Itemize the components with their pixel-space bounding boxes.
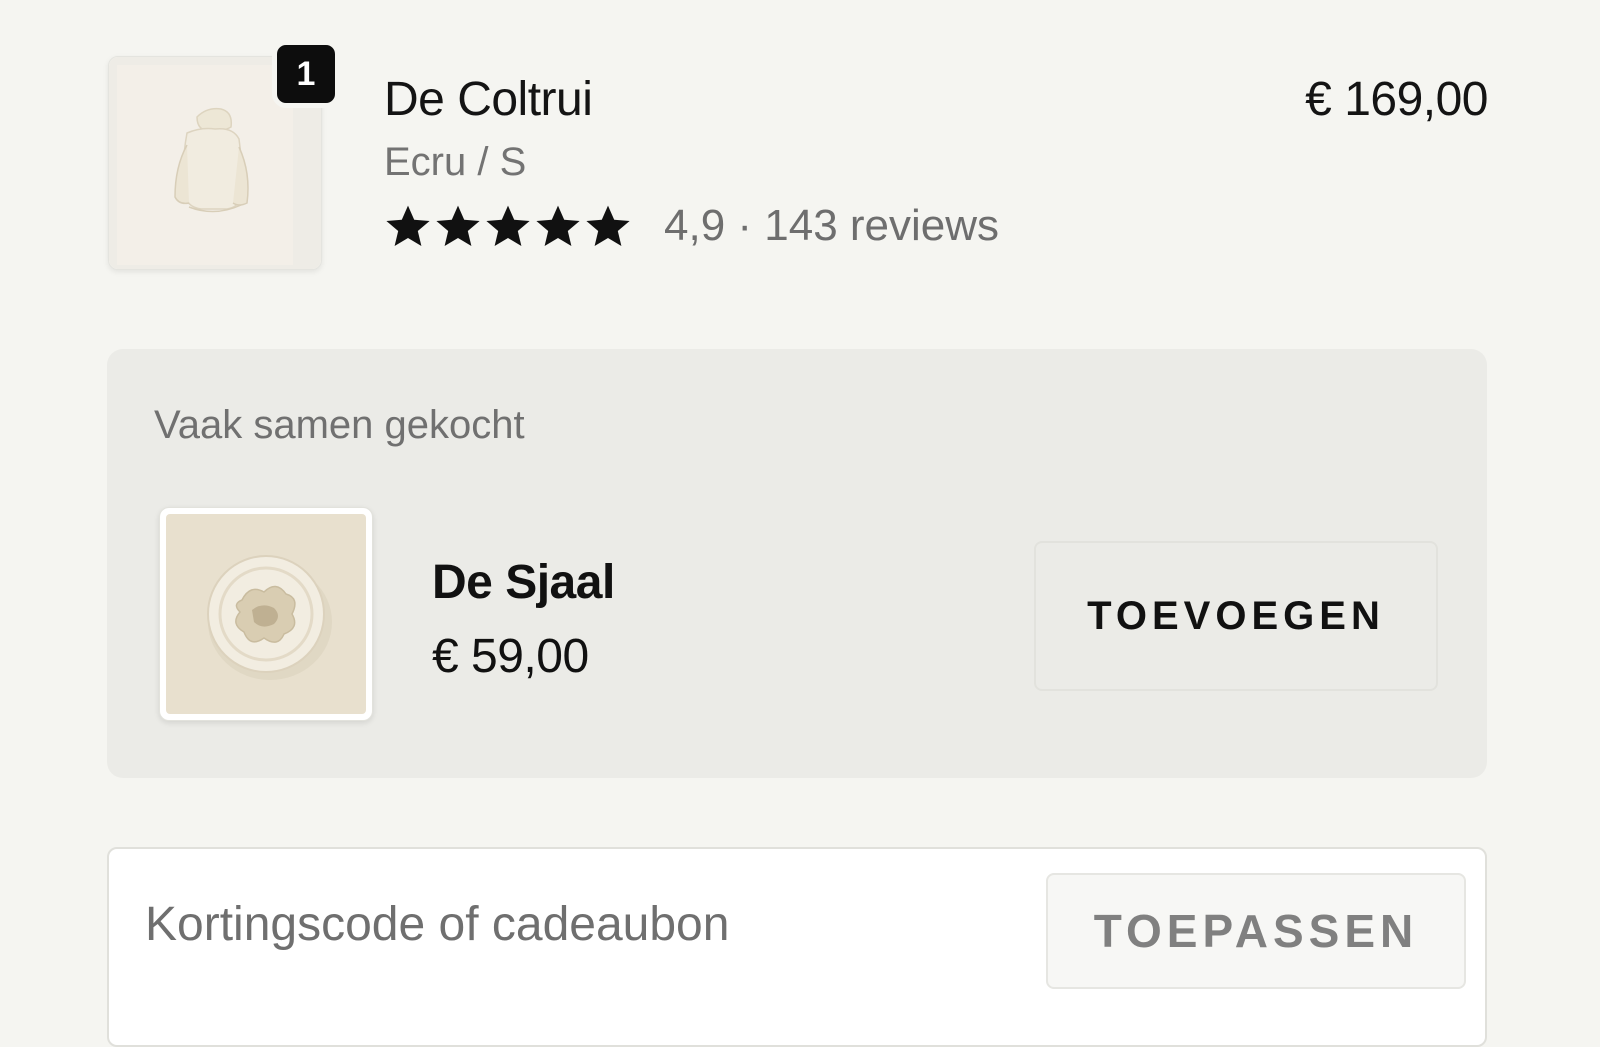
star-icon [436,205,480,246]
upsell-heading: Vaak samen gekocht [154,403,525,447]
upsell-product-price: € 59,00 [432,630,589,683]
star-icon [386,205,430,246]
discount-code-input[interactable] [145,889,1045,959]
product-price: € 169,00 [1305,73,1488,126]
product-thumbnail-wrapper: 1 [108,40,340,276]
product-title[interactable]: De Coltrui [384,76,999,124]
rating-summary[interactable]: 4,9 · 143 reviews [664,204,999,248]
product-variant: Ecru / S [384,140,527,184]
star-icon [486,205,530,246]
apply-discount-button[interactable]: TOEPASSEN [1046,873,1466,989]
quantity-badge: 1 [272,40,340,108]
product-info: De Coltrui Ecru / S 4,9 · 143 reviews [384,76,999,252]
rating-row: 4,9 · 143 reviews [384,200,999,252]
scarf-product-image[interactable] [159,507,373,721]
star-icon [536,205,580,246]
discount-code-box: TOEPASSEN [107,847,1487,1047]
star-rating [384,202,632,250]
star-icon [586,205,630,246]
scarf-image-graphic [166,514,366,714]
frequently-bought-together-panel: Vaak samen gekocht De Sjaal € 59,00 TOEV… [107,349,1487,778]
upsell-product-name[interactable]: De Sjaal [432,559,615,607]
add-to-cart-button[interactable]: TOEVOEGEN [1034,541,1438,691]
cart-line-item: 1 De Coltrui Ecru / S 4,9 · 143 reviews … [108,40,1488,276]
